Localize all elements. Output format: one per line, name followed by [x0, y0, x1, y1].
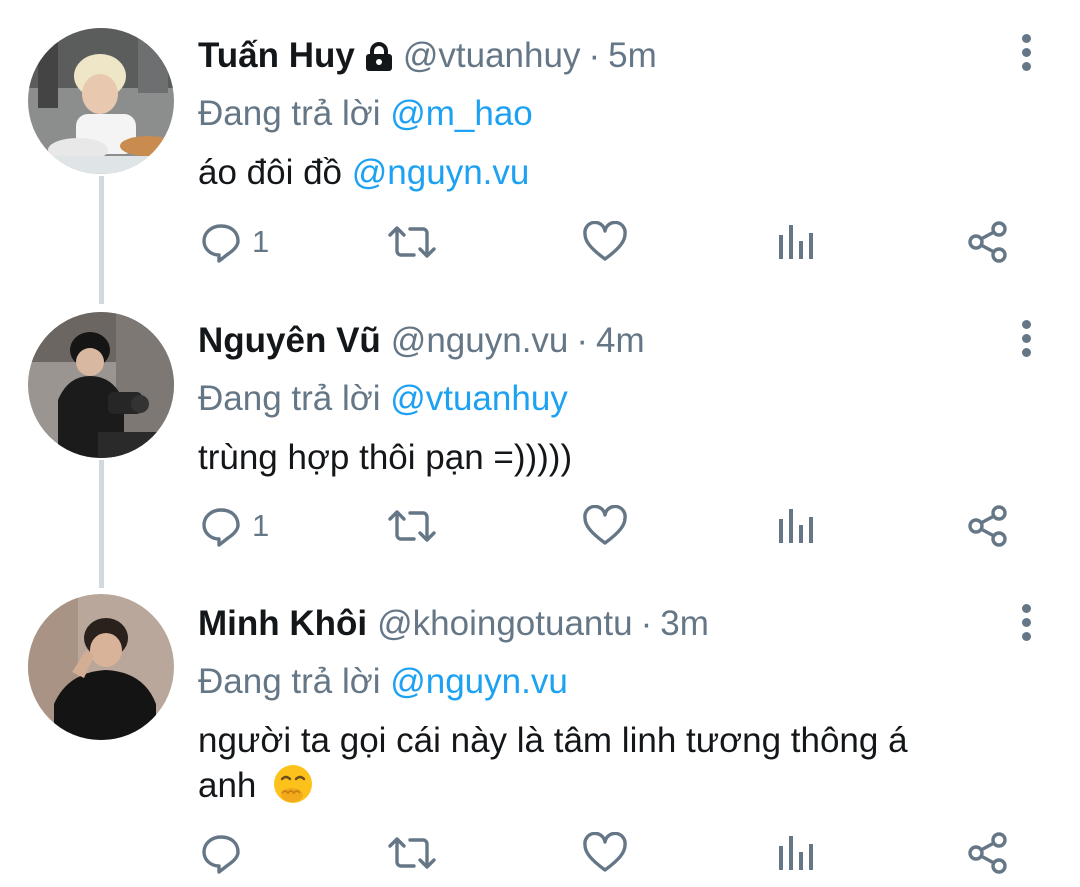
tweet-text: trùng hợp thôi pạn =)))))	[198, 435, 1020, 480]
display-name[interactable]: Minh Khôi	[198, 604, 367, 644]
tweet-text: áo đôi đồ @nguyn.vu	[198, 150, 1020, 195]
retweet-button[interactable]	[386, 501, 438, 551]
heart-icon	[582, 221, 628, 263]
handle[interactable]: @nguyn.vu	[391, 321, 569, 361]
handle[interactable]: @vtuanhuy	[403, 36, 581, 76]
tweet-text-line-2: anh	[198, 763, 1020, 808]
analytics-icon	[776, 221, 816, 263]
timestamp[interactable]: 4m	[596, 321, 645, 361]
display-name[interactable]: Tuấn Huy	[198, 36, 355, 76]
handle[interactable]: @khoingotuantu	[377, 604, 632, 644]
more-vertical-icon[interactable]	[1014, 320, 1038, 366]
share-button[interactable]	[966, 501, 1010, 551]
retweet-button[interactable]	[386, 217, 438, 267]
analytics-button[interactable]	[776, 828, 816, 878]
replying-to-mention[interactable]: @vtuanhuy	[390, 379, 568, 418]
tweet-actions: 1	[198, 501, 1028, 551]
tweet-text-content: áo đôi đồ	[198, 153, 343, 192]
timestamp[interactable]: 5m	[608, 36, 657, 76]
more-vertical-icon[interactable]	[1014, 604, 1038, 650]
separator: ·	[588, 36, 601, 75]
reply-button[interactable]: 1	[200, 217, 269, 267]
retweet-icon	[386, 832, 438, 874]
replying-to: Đang trả lời @m_hao	[198, 92, 1020, 136]
heart-icon	[582, 832, 628, 874]
reply-icon	[200, 505, 242, 547]
lock-icon	[365, 41, 393, 71]
like-button[interactable]	[582, 828, 628, 878]
tweet-header: Nguyên Vũ @nguyn.vu · 4m	[198, 317, 1020, 365]
more-vertical-icon[interactable]	[1014, 34, 1038, 80]
retweet-icon	[386, 221, 438, 263]
reply-icon	[200, 832, 242, 874]
tweet-text-line-1: người ta gọi cái này là tâm linh tương t…	[198, 721, 908, 760]
replying-to-mention[interactable]: @m_hao	[390, 94, 533, 133]
replying-to: Đang trả lời @nguyn.vu	[198, 660, 1020, 704]
heart-icon	[582, 505, 628, 547]
retweet-button[interactable]	[386, 828, 438, 878]
reply-button[interactable]: 1	[200, 501, 269, 551]
replying-to: Đang trả lời @vtuanhuy	[198, 377, 1020, 421]
reply-button[interactable]	[200, 828, 252, 878]
tweet-1[interactable]: Tuấn Huy @vtuanhuy · 5m Đang trả lời @m_…	[0, 0, 1080, 300]
replying-to-label: Đang trả lời	[198, 379, 381, 418]
replying-to-mention[interactable]: @nguyn.vu	[390, 662, 568, 701]
share-icon	[966, 831, 1010, 875]
face-with-hand-over-mouth-icon	[272, 763, 314, 805]
like-button[interactable]	[582, 501, 628, 551]
analytics-icon	[776, 505, 816, 547]
replying-to-label: Đang trả lời	[198, 662, 381, 701]
like-button[interactable]	[582, 217, 628, 267]
tweet-3[interactable]: Minh Khôi @khoingotuantu · 3m Đang trả l…	[0, 586, 1080, 887]
tweet-2[interactable]: Nguyên Vũ @nguyn.vu · 4m Đang trả lời @v…	[0, 300, 1080, 586]
analytics-button[interactable]	[776, 217, 816, 267]
reply-icon	[200, 221, 242, 263]
analytics-icon	[776, 832, 816, 874]
timestamp[interactable]: 3m	[660, 604, 709, 644]
avatar[interactable]	[28, 594, 174, 740]
avatar[interactable]	[28, 28, 174, 174]
reply-count: 1	[252, 224, 270, 259]
analytics-button[interactable]	[776, 501, 816, 551]
display-name[interactable]: Nguyên Vũ	[198, 321, 381, 361]
tweet-header: Minh Khôi @khoingotuantu · 3m	[198, 600, 1020, 648]
separator: ·	[640, 604, 653, 643]
tweet-text: người ta gọi cái này là tâm linh tương t…	[198, 718, 1020, 808]
avatar[interactable]	[28, 312, 174, 458]
tweet-text-line-2-content: anh	[198, 766, 257, 805]
separator: ·	[576, 321, 589, 360]
tweet-text-content: trùng hợp thôi pạn =)))))	[198, 438, 573, 477]
replying-to-label: Đang trả lời	[198, 94, 381, 133]
reply-count: 1	[252, 508, 270, 543]
tweet-actions	[198, 828, 1028, 878]
tweet-actions: 1	[198, 217, 1028, 267]
share-icon	[966, 220, 1010, 264]
share-icon	[966, 504, 1010, 548]
share-button[interactable]	[966, 828, 1010, 878]
retweet-icon	[386, 505, 438, 547]
tweet-mention[interactable]: @nguyn.vu	[352, 153, 530, 192]
tweet-header: Tuấn Huy @vtuanhuy · 5m	[198, 32, 1020, 80]
share-button[interactable]	[966, 217, 1010, 267]
